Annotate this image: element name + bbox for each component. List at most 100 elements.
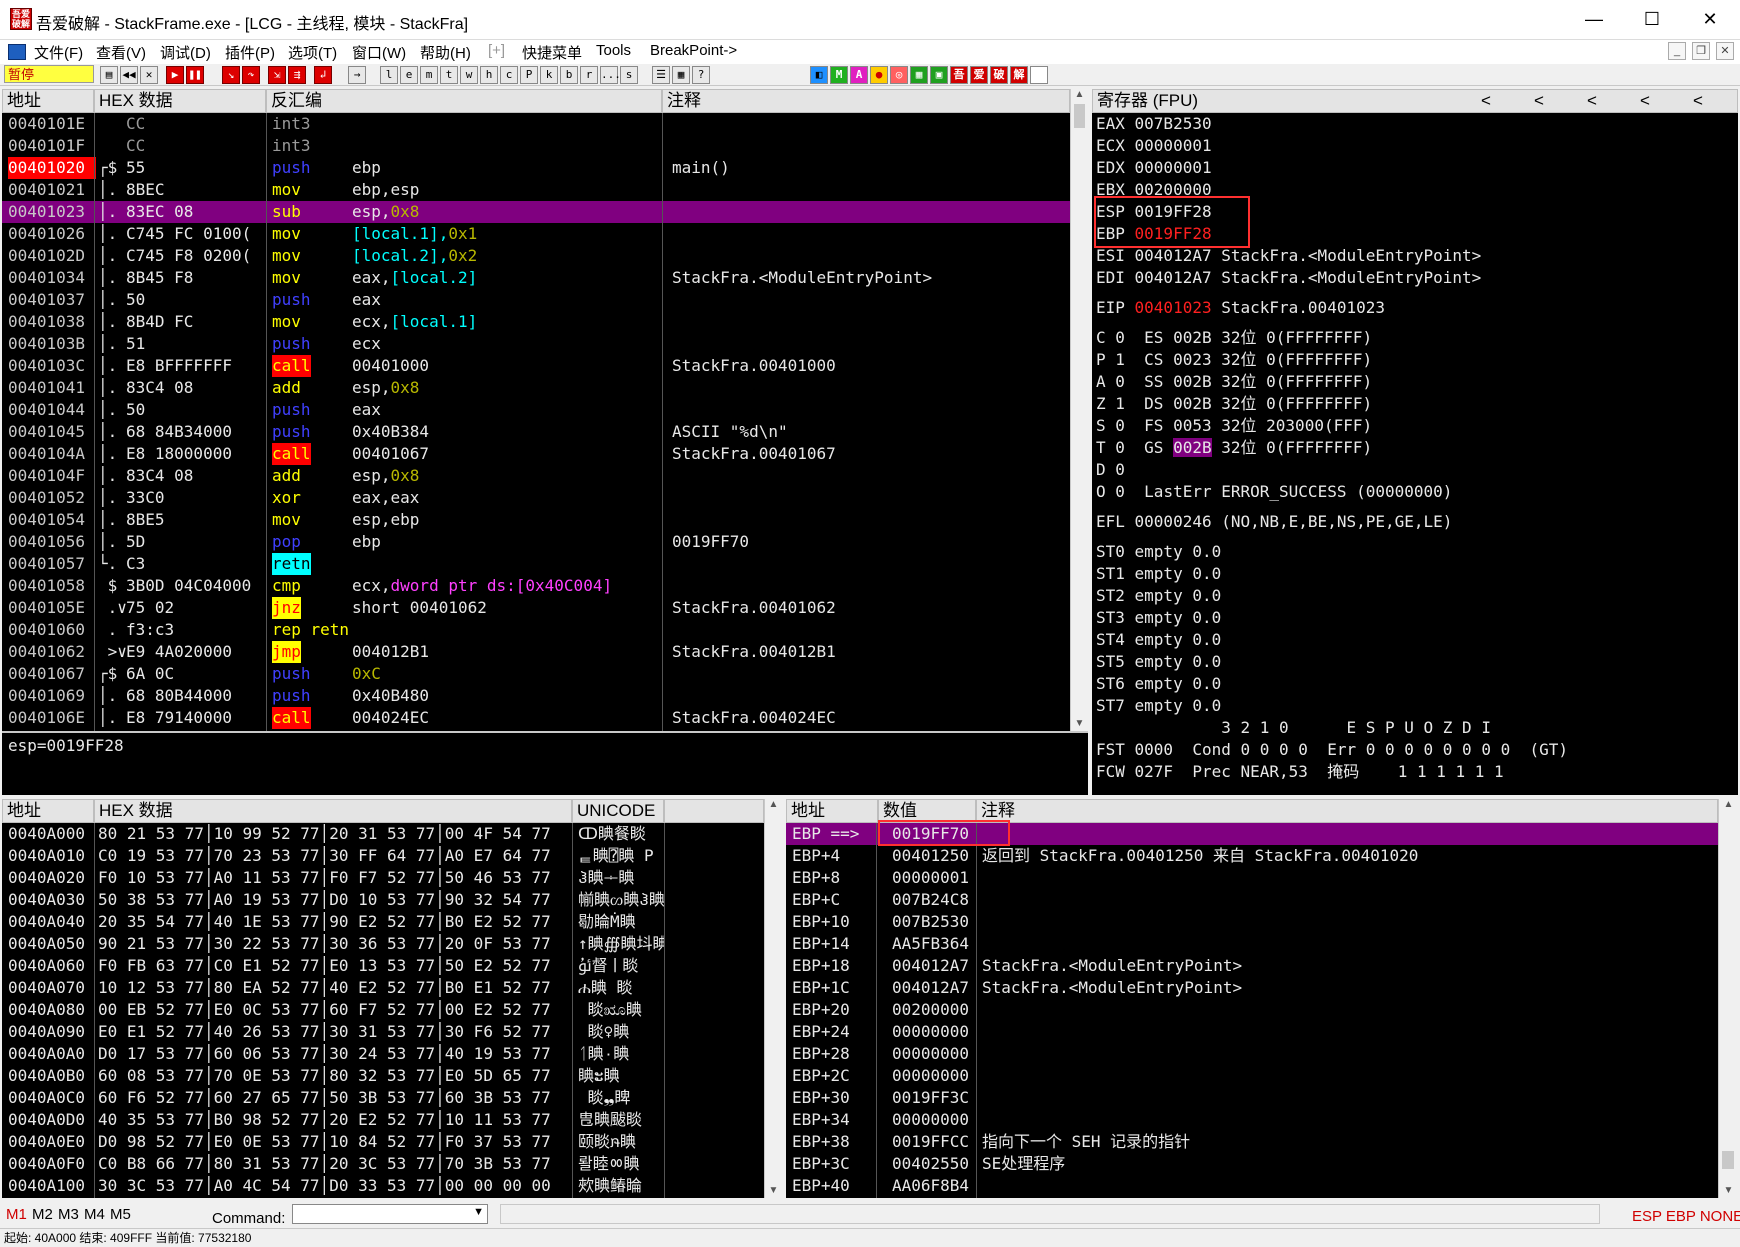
dump-row[interactable]: 0040A020 F0 10 53 77│A0 11 53 77│F0 F7 52… [2,867,764,889]
stack-row[interactable]: EBP+30 0019FF3C [786,1087,1718,1109]
menu-breakpoint[interactable]: BreakPoint-> [650,42,737,59]
stack-scrollbar[interactable]: ▲ ▼ [1718,799,1738,1198]
tb-callstack[interactable]: k [540,66,558,84]
disasm-address[interactable]: 0040104F [8,465,96,487]
fpu-st-row[interactable]: ST6 empty 0.0 [1096,673,1221,695]
dump-address[interactable]: 0040A030 [8,889,85,911]
step-into-icon[interactable]: ↘ [222,66,240,84]
disasm-row[interactable]: 00401020 ┌$ 55 push ebp main() [2,157,1070,179]
register-scroll-arrow[interactable]: < [1481,90,1491,112]
stack-row[interactable]: EBP+8 00000001 [786,867,1718,889]
scroll-down-icon[interactable]: ▼ [1719,1185,1738,1196]
menu-tools[interactable]: Tools [596,42,631,59]
dump-hex[interactable]: F0 10 53 77│A0 11 53 77│F0 F7 52 77│50 4… [98,867,551,889]
disasm-row[interactable]: 00401069 │. 68 80B44000 push 0x40B480 [2,685,1070,707]
scroll-up-icon[interactable]: ▲ [765,799,782,810]
plugin-circle-icon[interactable]: ● [870,66,888,84]
run-icon[interactable]: ▶ [166,66,184,84]
flag-row[interactable]: P 1 CS 0023 32位 0(FFFFFFFF) [1096,349,1372,371]
flag-row[interactable]: A 0 SS 002B 32位 0(FFFFFFFF) [1096,371,1372,393]
flag-row[interactable]: T 0 GS 002B 32位 0(FFFFFFFF) [1096,437,1372,459]
disasm-row[interactable]: 00401034 │. 8B45 F8 mov eax,[local.2] StackFr… [2,267,1070,289]
command-input[interactable]: ▼ [292,1204,488,1224]
list-icon[interactable]: ☰ [652,66,670,84]
tb-breakpoints[interactable]: b [560,66,578,84]
tab-m3[interactable]: M3 [58,1206,79,1223]
dump-hex[interactable]: 30 3C 53 77│A0 4C 54 77│D0 33 53 77│00 0… [98,1175,551,1197]
flag[interactable]: O 0 [1096,482,1125,501]
tb-source[interactable]: s [620,66,638,84]
dump-col-hex[interactable]: HEX 数据 [94,799,572,823]
stack-value[interactable]: 00000000 [892,1021,969,1043]
fpu-st-row[interactable]: ST5 empty 0.0 [1096,651,1221,673]
disasm-address[interactable]: 00401062 [8,641,96,663]
disasm-address[interactable]: 00401026 [8,223,96,245]
register-scroll-arrow[interactable]: < [1534,90,1544,112]
dump-row[interactable]: 0040A0C0 60 F6 52 77│60 27 65 77│50 3B 53… [2,1087,764,1109]
register-row[interactable]: ECX 00000001 [1096,135,1212,157]
disasm-address[interactable]: 00401069 [8,685,96,707]
dump-address[interactable]: 0040A080 [8,999,85,1021]
dump-row[interactable]: 0040A060 F0 FB 63 77│C0 E1 52 77│E0 13 53… [2,955,764,977]
flag[interactable]: T 0 [1096,438,1125,457]
scroll-up-icon[interactable]: ▲ [1071,89,1088,100]
dump-row[interactable]: 0040A0B0 60 08 53 77│70 0E 53 77│80 32 53… [2,1065,764,1087]
scroll-thumb[interactable] [1074,104,1085,128]
minimize-button[interactable]: — [1568,0,1620,38]
disasm-address[interactable]: 0040104A [8,443,96,465]
dump-row[interactable]: 0040A0A0 D0 17 53 77│60 06 53 77│30 24 53… [2,1043,764,1065]
disasm-scrollbar[interactable]: ▲ ▼ [1070,89,1088,731]
stack-value[interactable]: 0019FF3C [892,1087,969,1109]
tb-patches[interactable]: P [520,66,538,84]
disasm-row[interactable]: 00401045 │. 68 84B34000 push 0x40B384 ASCII "… [2,421,1070,443]
dump-row[interactable]: 0040A0E0 D0 98 52 77│E0 0E 53 77│10 84 52… [2,1131,764,1153]
tb-runtrace[interactable]: ... [600,66,618,84]
dump-row[interactable]: 0040A0D0 40 35 53 77│B0 98 52 77│20 E2 52… [2,1109,764,1131]
dump-address[interactable]: 0040A020 [8,867,85,889]
register-scroll-arrow[interactable]: < [1693,90,1703,112]
dump-row[interactable]: 0040A080 00 EB 52 77│E0 0C 53 77│60 F7 52… [2,999,764,1021]
menu-debug[interactable]: 调试(D) [160,42,211,63]
dump-row[interactable]: 0040A050 90 21 53 77│30 22 53 77│30 36 53… [2,933,764,955]
stack-value[interactable]: 007B24C8 [892,889,969,911]
stack-follow-mode[interactable]: ESP EBP NONE [1632,1208,1740,1225]
help-icon[interactable]: ? [692,66,710,84]
disasm-row[interactable]: 0040101E CC int3 [2,113,1070,135]
tb-cpu[interactable]: c [500,66,518,84]
maximize-button[interactable]: ☐ [1626,0,1678,38]
tab-m5[interactable]: M5 [110,1206,131,1223]
dump-hex[interactable]: 00 EB 52 77│E0 0C 53 77│60 F7 52 77│00 E… [98,999,551,1021]
dump-hex[interactable]: 80 21 53 77│10 99 52 77│20 31 53 77│00 4… [98,823,551,845]
fpu-st-row[interactable]: ST1 empty 0.0 [1096,563,1221,585]
disasm-col-comment[interactable]: 注释 [662,89,1070,113]
disasm-address[interactable]: 00401052 [8,487,96,509]
disasm-address[interactable]: 00401041 [8,377,96,399]
dump-address[interactable]: 0040A0F0 [8,1153,85,1175]
stack-value[interactable]: 00200000 [892,999,969,1021]
stack-value[interactable]: 007B2530 [892,911,969,933]
register-value[interactable]: 00000001 [1135,136,1212,155]
scroll-down-icon[interactable]: ▼ [1071,718,1088,729]
disasm-address[interactable]: 00401045 [8,421,96,443]
animate-into-icon[interactable]: ⇲ [268,66,286,84]
disasm-row[interactable]: 0040104F │. 83C4 08 add esp,0x8 [2,465,1070,487]
menu-shortcuts[interactable]: 快捷菜单 [522,42,582,63]
segment-value[interactable]: 0023 [1173,350,1212,369]
stack-value[interactable]: 00000000 [892,1109,969,1131]
tab-m1[interactable]: M1 [6,1206,27,1223]
stack-value[interactable]: 00401250 [892,845,969,867]
register-row[interactable]: EDI 004012A7 StackFra.<ModuleEntryPoint> [1096,267,1481,289]
execute-till-return-icon[interactable]: ↲ [314,66,332,84]
stack-row[interactable]: EBP+28 00000000 [786,1043,1718,1065]
stack-row[interactable]: EBP+1C 004012A7 StackFra.<ModuleEntryPoint… [786,977,1718,999]
flag-row[interactable]: S 0 FS 0053 32位 203000(FFF) [1096,415,1372,437]
dump-address[interactable]: 0040A0D0 [8,1109,85,1131]
flag[interactable]: D 0 [1096,460,1125,479]
flag[interactable]: P 1 [1096,350,1125,369]
stack-pane[interactable]: EBP ==> 0019FF70 EBP+4 00401250 返回到 StackFra… [786,823,1718,1198]
dump-hex[interactable]: D0 98 52 77│E0 0E 53 77│10 84 52 77│F0 3… [98,1131,551,1153]
plugin-wu-icon[interactable]: 吾 [950,66,968,84]
stack-row[interactable]: EBP+20 00200000 [786,999,1718,1021]
disasm-address[interactable]: 0040105E [8,597,96,619]
dump-col-address[interactable]: 地址 [2,799,94,823]
